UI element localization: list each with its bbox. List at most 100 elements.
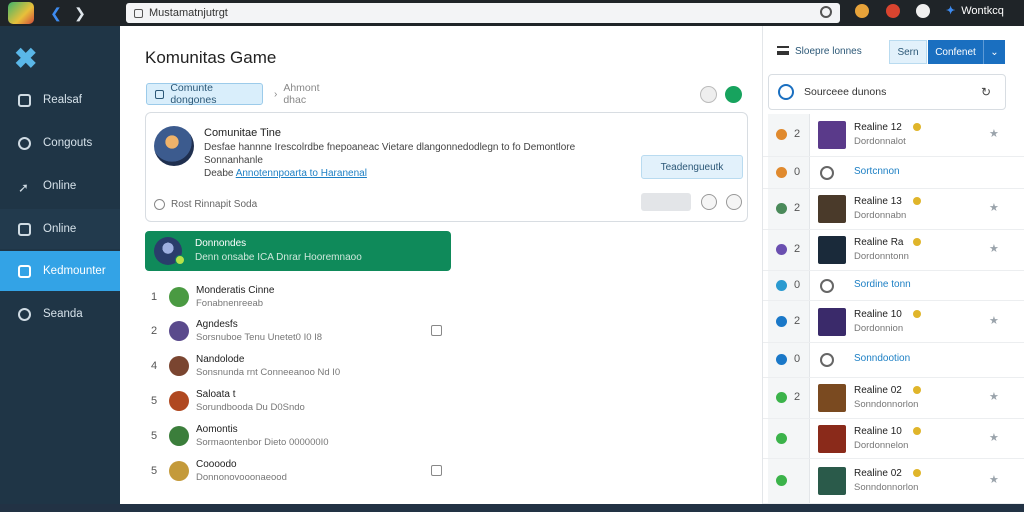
star-icon[interactable]: ★ (989, 473, 999, 486)
sidebar-item-2[interactable]: Congouts (0, 123, 120, 163)
event-count: 0 (794, 353, 801, 365)
avatar (169, 461, 189, 481)
brand-logo-icon[interactable]: ✖ (14, 42, 37, 75)
url-text[interactable]: Mustamatnjutrgt (149, 7, 228, 19)
refresh-icon[interactable] (700, 86, 717, 103)
sidebar-item-label: Realsaf (43, 94, 82, 106)
refresh-icon[interactable]: ↻ (981, 85, 991, 99)
list-item[interactable]: 2 Agndesfs Sorsnuboe Tenu Unetet0 I0 I8 (145, 317, 445, 351)
list-item[interactable]: 1 Monderatis Cinne Fonabnenreeab (145, 283, 445, 317)
sidebar-item-label: Kedmounter (43, 265, 106, 277)
badge-icon (913, 123, 921, 131)
list-item[interactable]: 5 Saloata t Sorundbooda Du D0Sndo (145, 387, 445, 421)
list-item[interactable]: 5 Coooodo Donnonovooonaeood (145, 457, 445, 491)
community-avatar (154, 126, 194, 166)
event-row[interactable]: 0 Sordine tonn (763, 271, 1024, 301)
avatar (169, 426, 189, 446)
event-row[interactable]: Realine 10 Dordonnelon ★ (763, 419, 1024, 459)
link-icon (18, 136, 31, 150)
event-subtitle: Dordonntonn (854, 251, 909, 262)
status-dot-icon (776, 392, 787, 403)
avatar (169, 287, 189, 307)
event-thumbnail (818, 308, 846, 336)
event-title: Realine 10 (854, 426, 902, 437)
extension-icon[interactable] (855, 4, 869, 18)
list-item-name: Nandolode (196, 354, 245, 365)
list-item-name: Aomontis (196, 424, 238, 435)
star-icon[interactable]: ★ (989, 314, 999, 327)
list-item-subtitle: Donnonovooonaeood (196, 472, 287, 483)
card-input[interactable] (641, 193, 691, 211)
sidebar-item-5[interactable]: Kedmounter (0, 251, 120, 291)
extension-label[interactable]: Wontkcq (961, 5, 1004, 17)
segment-button[interactable]: Confenet (928, 40, 983, 64)
brand-icon[interactable]: ✦ (946, 4, 955, 17)
card-description: Desfae hannne Irescolrdbe fnepoaneac Vie… (204, 141, 644, 180)
lock-icon (155, 89, 165, 99)
event-thumbnail (818, 195, 846, 223)
card-text-line: Sonnanhanle (204, 155, 263, 166)
tab-about[interactable]: › Ahmont dhac (266, 82, 350, 106)
event-title[interactable]: Sonndootion (854, 353, 910, 364)
avatar (169, 391, 189, 411)
list-item[interactable]: 4 Nandolode Sonsnunda rnt Conneeanoo Nd I0 (145, 352, 445, 386)
sidebar-item-6[interactable]: Seanda (0, 294, 120, 334)
star-icon[interactable]: ★ (989, 390, 999, 403)
search-box[interactable]: Sourceee dunons ↻ (768, 74, 1006, 110)
search-text[interactable]: Sourceee dunons (804, 86, 886, 98)
banner-subtitle: Denn onsabe ICA Dnrar Hooremnaoo (195, 252, 362, 263)
checkbox-icon[interactable] (431, 325, 442, 336)
event-row[interactable]: 0 Sonndootion (763, 343, 1024, 378)
event-row[interactable]: 2 Realine 02 Sonndonnorlon ★ (763, 378, 1024, 419)
back-icon[interactable]: ❮ (48, 5, 64, 22)
chevron-down-icon[interactable]: ⌄ (983, 40, 1005, 64)
star-icon[interactable]: ★ (989, 201, 999, 214)
event-row[interactable]: 2 Realine Ra Dordonntonn ★ (763, 230, 1024, 271)
sidebar-item-1[interactable]: Realsaf (0, 80, 120, 120)
card-link[interactable]: Annotennpoarta to Haranenal (236, 168, 367, 179)
sidebar-item-4[interactable]: Online (0, 209, 120, 249)
clock-icon (820, 166, 834, 180)
event-title[interactable]: Sordine tonn (854, 279, 911, 290)
search-icon[interactable] (820, 6, 832, 18)
forward-icon[interactable]: ❯ (72, 5, 88, 22)
settings-icon[interactable] (916, 4, 930, 18)
check-icon[interactable] (725, 86, 742, 103)
event-subtitle: Dordonnabn (854, 210, 907, 221)
event-row[interactable]: Realine 02 Sonndonnorlon ★ (763, 459, 1024, 504)
chevron-left-icon[interactable] (726, 194, 742, 210)
address-bar[interactable]: Mustamatnjutrgt (126, 3, 840, 23)
card-action-button[interactable]: Teadengueutk (641, 155, 743, 179)
clock-icon (820, 279, 834, 293)
star-icon[interactable]: ★ (989, 242, 999, 255)
event-row[interactable]: 0 Sortcnnon (763, 157, 1024, 189)
status-dot-icon (776, 244, 787, 255)
list-item-subtitle: Sorundbooda Du D0Sndo (196, 402, 305, 413)
tab-community[interactable]: Comunte dongones (146, 82, 263, 106)
menu-icon[interactable] (777, 46, 789, 55)
featured-banner[interactable]: Donnondes Denn onsabe ICA Dnrar Hooremna… (145, 231, 451, 271)
status-dot-icon (776, 433, 787, 444)
event-subtitle: Dordonnion (854, 323, 904, 334)
event-thumbnail (818, 425, 846, 453)
star-icon[interactable]: ★ (989, 127, 999, 140)
event-row[interactable]: 2 Realine 10 Dordonnion ★ (763, 301, 1024, 343)
event-row[interactable]: 2 Realine 12 Dordonnalot ★ (763, 114, 1024, 157)
contacts-icon (18, 264, 31, 278)
sidebar-item-3[interactable]: ➚ Online (0, 166, 120, 206)
checkbox-icon[interactable] (431, 465, 442, 476)
card-footer: Rost Rinnapit Soda (154, 199, 257, 210)
event-thumbnail (818, 236, 846, 264)
tab-label: Ahmont dhac (283, 82, 320, 106)
star-icon[interactable]: ★ (989, 431, 999, 444)
event-row[interactable]: 2 Realine 13 Dordonnabn ★ (763, 189, 1024, 230)
tab-label: Comunte dongones (170, 82, 217, 106)
sidebar-item-label: Congouts (43, 137, 93, 149)
list-item[interactable]: 5 Aomontis Sormaontenbor Dieto 000000I0 (145, 422, 445, 456)
refresh-icon[interactable] (701, 194, 717, 210)
extension-icon[interactable] (886, 4, 900, 18)
rank-number: 5 (151, 465, 158, 477)
segment-button[interactable]: Sern (889, 40, 927, 64)
app-logo-icon[interactable] (8, 2, 34, 24)
event-title[interactable]: Sortcnnon (854, 166, 900, 177)
